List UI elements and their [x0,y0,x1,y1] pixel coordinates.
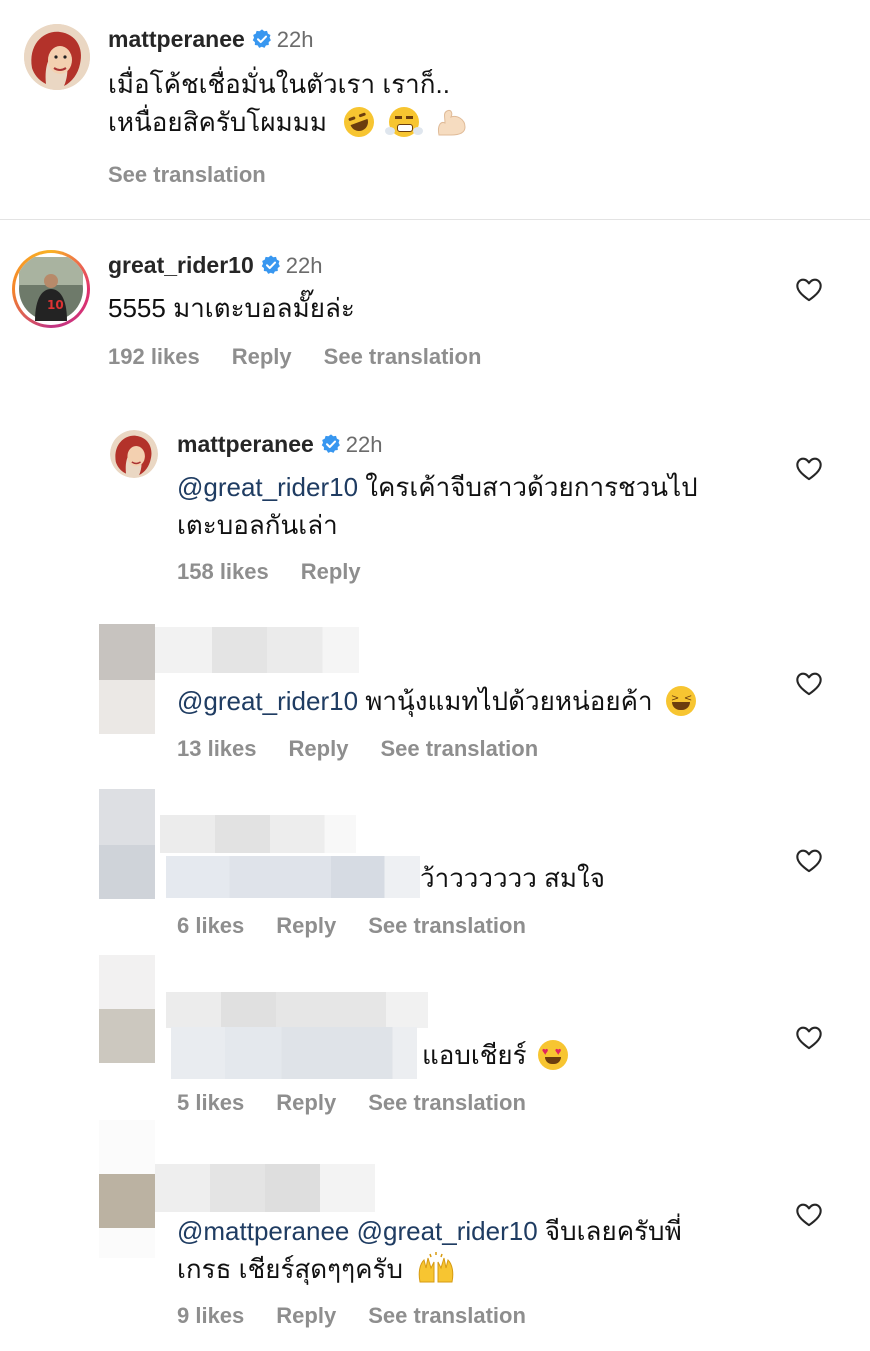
reply-button[interactable]: Reply [289,736,349,761]
blurred-avatar [99,1174,155,1228]
see-translation-link[interactable]: See translation [368,913,526,938]
heart-icon[interactable] [795,1201,823,1227]
reply-text: ว้าวววววว สมใจ [420,863,605,893]
blurred-avatar-lower [99,680,155,734]
reply-text-line-1: @great_rider10 ใครเค้าจีบสาวด้วยการชวนไป [177,468,777,506]
flexed-biceps-emoji-icon [435,107,469,137]
reply-header: mattperanee 22h [177,431,383,458]
caption-line-2-text: เหนื่อยสิครับโผมมม [108,107,327,137]
caption-line-2: เหนื่อยสิครับโผมมม [108,102,469,142]
see-translation-link[interactable]: See translation [108,162,266,187]
reply-button[interactable]: Reply [301,559,361,584]
grinning-squinting-emoji-icon: > < [665,686,696,716]
mention-link[interactable]: @mattperanee [177,1216,349,1246]
timestamp: 22h [345,432,383,457]
blurred-avatar [99,955,155,1009]
caption-meta: See translation [108,162,298,188]
reply-text: @great_rider10 พานุ้งแมทไปด้วยหน่อยค้า >… [177,682,696,720]
comment-meta: 192 likes Reply See translation [108,344,513,370]
blurred-avatar-lower [99,1009,155,1063]
avatar[interactable] [24,24,90,90]
blurred-mention [166,856,420,898]
reply-text: แอบเชียร์ ♥ ♥ [422,1036,568,1074]
likes-count[interactable]: 158 likes [177,559,269,584]
reply-meta: 6 likes Reply See translation [177,913,558,939]
heart-icon[interactable] [795,1024,823,1050]
reply-text-body: จีบเลยครับพี่ [537,1216,682,1246]
face-with-steam-emoji-icon [385,107,424,137]
avatar-illustration [24,24,90,90]
heart-icon[interactable] [795,455,823,481]
blurred-avatar-lower [99,1228,155,1258]
heart-eyes-emoji-icon: ♥ ♥ [537,1040,568,1070]
reply-meta: 9 likes Reply See translation [177,1303,558,1329]
divider [0,219,870,220]
likes-count[interactable]: 9 likes [177,1303,244,1328]
blurred-mention [171,1027,417,1079]
verified-badge-icon [260,254,282,276]
caption-header: mattperanee 22h [108,26,314,53]
likes-count[interactable]: 6 likes [177,913,244,938]
blurred-username [166,992,428,1028]
verified-badge-icon [251,28,273,50]
avatar[interactable] [110,430,158,478]
reply-text-line-2: เตะบอลกันเล่า [177,510,338,540]
comment-text: 5555 มาเตะบอลมั๊ยล่ะ [108,293,355,323]
see-translation-link[interactable]: See translation [324,344,482,369]
mention-link[interactable]: @great_rider10 [177,472,358,502]
avatar-story-ring[interactable]: 10 [12,250,90,328]
rolling-laughing-emoji-icon [340,102,379,142]
avatar-ring-gap: 10 [15,253,87,325]
comment-header: great_rider10 22h [108,252,322,279]
heart-icon[interactable] [795,276,823,302]
reply-text-body: แอบเชียร์ [422,1040,527,1070]
likes-count[interactable]: 13 likes [177,736,257,761]
raising-hands-emoji-icon [416,1252,456,1283]
username[interactable]: great_rider10 [108,252,254,278]
reply-text: @mattperanee @great_rider10 จีบเลยครับพี… [177,1212,797,1288]
heart-icon[interactable] [795,670,823,696]
timestamp: 22h [285,253,323,278]
see-translation-link[interactable]: See translation [368,1303,526,1328]
reply-text: @great_rider10 ใครเค้าจีบสาวด้วยการชวนไป… [177,468,777,544]
avatar-illustration [110,430,158,478]
mention-link[interactable]: @great_rider10 [357,1216,538,1246]
likes-count[interactable]: 5 likes [177,1090,244,1115]
reply-meta: 5 likes Reply See translation [177,1090,558,1116]
reply-button[interactable]: Reply [276,1090,336,1115]
caption-text: เมื่อโค้ชเชื่อมั่นในตัวเรา เราก็.. เหนื่… [108,65,469,142]
blurred-avatar [99,624,155,680]
blurred-username [155,1164,375,1212]
blurred-avatar [99,789,155,845]
avatar: 10 [19,257,83,321]
reply-text-line-2: เกรธ เชียร์สุดๆๆครับ [177,1250,797,1288]
reply-button[interactable]: Reply [276,913,336,938]
reply-meta: 158 likes Reply [177,559,393,585]
verified-badge-icon [320,433,342,455]
username[interactable]: mattperanee [108,26,245,52]
blurred-username [155,627,359,673]
reply-button[interactable]: Reply [232,344,292,369]
caption-line-1: เมื่อโค้ชเชื่อมั่นในตัวเรา เราก็.. [108,69,450,99]
blurred-avatar-upper [99,1120,155,1174]
reply-text-body: เกรธ เชียร์สุดๆๆครับ [177,1254,403,1284]
mention-link[interactable]: @great_rider10 [177,686,358,716]
blurred-username [160,815,356,853]
likes-count[interactable]: 192 likes [108,344,200,369]
heart-icon[interactable] [795,847,823,873]
reply-meta: 13 likes Reply See translation [177,736,570,762]
timestamp: 22h [276,27,314,52]
blurred-avatar-lower [99,845,155,899]
reply-text-body: ใครเค้าจีบสาวด้วยการชวนไป [358,472,698,502]
reply-text-line-1: @mattperanee @great_rider10 จีบเลยครับพี… [177,1212,797,1250]
see-translation-link[interactable]: See translation [380,736,538,761]
svg-text:10: 10 [47,298,64,312]
reply-button[interactable]: Reply [276,1303,336,1328]
see-translation-link[interactable]: See translation [368,1090,526,1115]
reply-text-body: พานุ้งแมทไปด้วยหน่อยค้า [358,686,653,716]
username[interactable]: mattperanee [177,431,314,457]
